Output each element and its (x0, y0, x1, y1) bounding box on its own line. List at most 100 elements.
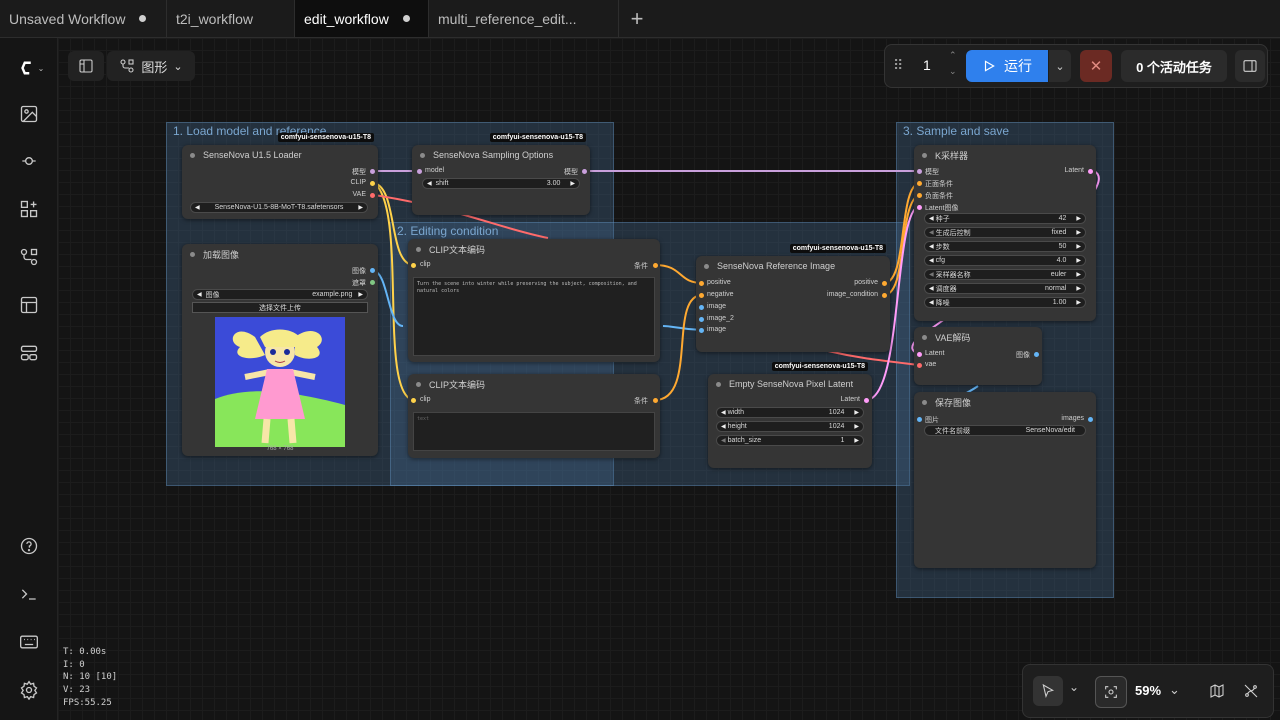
tab-multi-reference-edit[interactable]: multi_reference_edit... (429, 0, 619, 37)
image-combo[interactable]: ◀ 图像 example.png ▶ (192, 289, 368, 300)
input-slot-positive[interactable] (699, 281, 704, 286)
increment-icon[interactable]: ⌃ (949, 50, 957, 61)
output-label: 模型 (564, 169, 578, 176)
prompt-textarea[interactable]: Turn the scene into winter while preserv… (413, 277, 655, 356)
output-slot-image-condition[interactable] (882, 293, 887, 298)
minimap-button[interactable] (1207, 681, 1227, 701)
drag-handle-icon[interactable]: ⠿ (893, 57, 903, 74)
output-slot-positive[interactable] (882, 281, 887, 286)
models-sidebar-button[interactable] (17, 149, 41, 173)
queue-sidebar-button[interactable] (17, 341, 41, 365)
toggle-panel-button[interactable] (68, 51, 104, 81)
cfg-widget[interactable]: ◀ cfg 4.0 ▶ (924, 255, 1086, 266)
input-slot-positive[interactable] (917, 181, 922, 186)
upload-button[interactable]: 选择文件上传 (192, 302, 368, 313)
decrement-icon[interactable]: ⌄ (949, 66, 957, 77)
denoise-widget[interactable]: ◀ 降噪 1.00 ▶ (924, 297, 1086, 308)
output-slot-latent[interactable] (864, 398, 869, 403)
batch-count-input[interactable]: 1 (923, 57, 931, 73)
shift-widget[interactable]: ◀ shift 3.00 ▶ (422, 178, 580, 189)
node-sensenova-loader[interactable]: comfyui-sensenova-u15-T8 SenseNova U1.5 … (182, 133, 378, 219)
images-sidebar-button[interactable] (17, 102, 41, 126)
new-tab-button[interactable]: + (619, 0, 655, 37)
node-load-image[interactable]: 加载图像 图像 遮罩 ◀ 图像 example.png ▶ 选择文件上传 768… (182, 244, 378, 456)
templates-sidebar-button[interactable] (17, 293, 41, 317)
output-slot-conditioning[interactable] (653, 398, 658, 403)
node-vae-decode[interactable]: VAE解码 Latent vae 图像 (914, 327, 1042, 385)
widget-value: 1 (840, 437, 845, 444)
nodes-sidebar-button[interactable] (17, 197, 41, 221)
height-widget[interactable]: ◀ height 1024 ▶ (716, 421, 864, 432)
output-slot-latent[interactable] (1088, 169, 1093, 174)
output-slot-model[interactable] (370, 169, 375, 174)
node-reference-image[interactable]: comfyui-sensenova-u15-T8 SenseNova Refer… (696, 244, 890, 352)
toggle-links-button[interactable] (1241, 681, 1261, 701)
input-slot-negative[interactable] (917, 193, 922, 198)
negative-prompt-textarea[interactable]: text (413, 412, 655, 451)
chevron-down-icon[interactable]: ⌄ (1069, 680, 1079, 694)
widget-label: 降噪 (935, 299, 950, 307)
tab-t2i-workflow[interactable]: t2i_workflow (167, 0, 295, 37)
input-slot-latent[interactable] (917, 352, 922, 357)
arrow-right-icon: ▶ (358, 292, 363, 298)
chevron-down-icon: ⌄ (173, 60, 183, 73)
output-slot-images[interactable] (1088, 417, 1093, 422)
output-slot-model[interactable] (582, 169, 587, 174)
output-slot-image[interactable] (1034, 352, 1039, 357)
settings-button[interactable] (17, 678, 41, 702)
input-slot-model[interactable] (917, 169, 922, 174)
node-status-icon (716, 381, 721, 387)
run-options-dropdown[interactable]: ⌄ (1049, 50, 1071, 82)
input-slot-vae[interactable] (917, 363, 922, 368)
cancel-button[interactable]: ✕ (1080, 50, 1112, 82)
node-save-image[interactable]: 保存图像 图片 images 文件名前缀 SenseNova/edit (914, 392, 1096, 568)
help-button[interactable] (17, 534, 41, 558)
input-slot-image-2[interactable] (699, 317, 704, 322)
workflows-sidebar-button[interactable] (17, 245, 41, 269)
terminal-button[interactable] (17, 582, 41, 606)
output-slot-mask[interactable] (370, 280, 375, 285)
filename-prefix-widget[interactable]: 文件名前缀 SenseNova/edit (924, 425, 1086, 436)
batch-size-widget[interactable]: ◀ batch_size 1 ▶ (716, 435, 864, 446)
tab-edit-workflow[interactable]: edit_workflow (295, 0, 429, 37)
input-slot-negative[interactable] (699, 293, 704, 298)
node-clip-text-encode-positive[interactable]: CLIP文本编码 clip 条件 Turn the scene into win… (408, 239, 660, 362)
fit-view-button[interactable] (1095, 676, 1127, 708)
select-tool-button[interactable] (1033, 676, 1063, 706)
zoom-level: 59% (1135, 682, 1162, 698)
node-badge: comfyui-sensenova-u15-T8 (771, 362, 868, 371)
model-name-combo[interactable]: ◀ SenseNova-U1.5-8B-MoT-T8.safetensors ▶ (190, 202, 368, 213)
input-slot-images[interactable] (917, 417, 922, 422)
input-slot-model[interactable] (417, 169, 422, 174)
output-slot-vae[interactable] (370, 193, 375, 198)
input-slot-image-3[interactable] (699, 328, 704, 333)
scheduler-widget[interactable]: ◀ 调度器 normal ▶ (924, 283, 1086, 294)
graph-view-dropdown[interactable]: 图形 ⌄ (107, 51, 195, 81)
input-slot-clip[interactable] (411, 263, 416, 268)
width-widget[interactable]: ◀ width 1024 ▶ (716, 407, 864, 418)
logo-menu-button[interactable]: ⌄ (16, 56, 46, 80)
control-after-generate-widget[interactable]: ◀ 生成后控制 fixed ▶ (924, 227, 1086, 238)
input-slot-clip[interactable] (411, 398, 416, 403)
output-slot-image[interactable] (370, 268, 375, 273)
seed-widget[interactable]: ◀ 种子 42 ▶ (924, 213, 1086, 224)
output-slot-clip[interactable] (370, 181, 375, 186)
node-clip-text-encode-negative[interactable]: CLIP文本编码 clip 条件 text (408, 374, 660, 458)
toggle-right-panel-button[interactable] (1235, 50, 1265, 82)
tab-unsaved-workflow[interactable]: Unsaved Workflow (0, 0, 167, 37)
active-tasks-button[interactable]: 0 个活动任务 (1121, 50, 1227, 82)
output-slot-conditioning[interactable] (653, 263, 658, 268)
node-sampling-options[interactable]: comfyui-sensenova-u15-T8 SenseNova Sampl… (412, 133, 590, 215)
graph-canvas[interactable]: 1. Load model and reference 2. Editing c… (58, 38, 1280, 720)
node-empty-latent[interactable]: comfyui-sensenova-u15-T8 Empty SenseNova… (708, 362, 872, 468)
keyboard-shortcuts-button[interactable] (17, 630, 41, 654)
input-slot-image[interactable] (699, 305, 704, 310)
input-slot-latent[interactable] (917, 205, 922, 210)
sampler-name-widget[interactable]: ◀ 采样器名称 euler ▶ (924, 269, 1086, 280)
run-button[interactable]: 运行 (966, 50, 1048, 82)
steps-widget[interactable]: ◀ 步数 50 ▶ (924, 241, 1086, 252)
zoom-dropdown[interactable]: 59% ⌄ (1135, 682, 1180, 698)
widget-value: 1024 (828, 423, 845, 430)
node-ksampler[interactable]: K采样器 模型 正面条件 负面条件 Latent图像 Latent ◀ 种子 42 ▶… (914, 145, 1096, 321)
tab-bar: Unsaved Workflow t2i_workflow edit_workf… (0, 0, 1280, 38)
